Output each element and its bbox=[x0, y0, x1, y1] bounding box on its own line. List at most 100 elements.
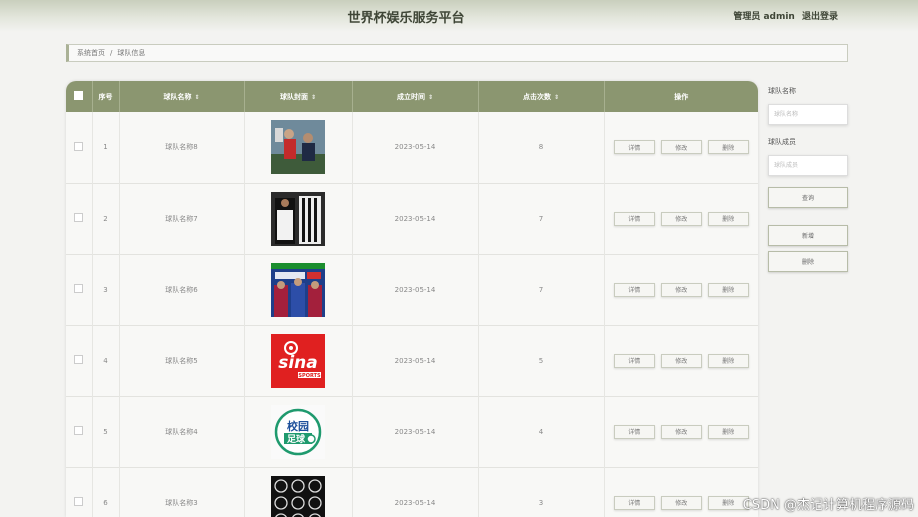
detail-button[interactable]: 详情 bbox=[613, 353, 655, 368]
row-actions: 详情 修改 删除 bbox=[604, 183, 758, 254]
edit-button[interactable]: 修改 bbox=[660, 211, 702, 226]
row-index: 1 bbox=[92, 112, 120, 183]
row-team-name: 球队名称3 bbox=[119, 467, 245, 517]
select-all-checkbox[interactable] bbox=[74, 91, 84, 100]
row-select-cell[interactable] bbox=[66, 183, 93, 254]
row-clicks: 7 bbox=[478, 254, 605, 325]
row-team-name: 球队名称7 bbox=[119, 183, 245, 254]
row-checkbox[interactable] bbox=[74, 426, 84, 435]
row-cover-cell bbox=[244, 254, 353, 325]
col-name[interactable]: 球队名称 ⇕ bbox=[119, 81, 245, 112]
row-checkbox[interactable] bbox=[74, 141, 84, 151]
row-cover-cell: 校园 足球 bbox=[244, 396, 353, 467]
row-actions: 详情 修改 删除 bbox=[604, 467, 758, 517]
site-title: 世界杯娱乐服务平台 bbox=[347, 11, 465, 26]
batch-delete-button[interactable]: 删除 bbox=[768, 251, 848, 272]
delete-button[interactable]: 删除 bbox=[707, 353, 749, 368]
team-cover-image bbox=[271, 262, 325, 317]
row-clicks: 3 bbox=[478, 467, 605, 517]
col-cover[interactable]: 球队封面 ⇕ bbox=[244, 81, 353, 112]
row-actions: 详情 修改 删除 bbox=[604, 254, 758, 325]
row-index: 5 bbox=[92, 396, 120, 467]
table-row: 3 球队名称6 2023-05-14 7 详情 修改 删除 bbox=[66, 254, 758, 325]
row-actions: 详情 修改 删除 bbox=[604, 112, 758, 183]
row-index: 2 bbox=[92, 183, 120, 254]
row-date: 2023-05-14 bbox=[352, 254, 479, 325]
logout-link[interactable]: 退出登录 bbox=[802, 12, 838, 22]
add-button[interactable]: 新增 bbox=[768, 225, 848, 246]
delete-button[interactable]: 删除 bbox=[707, 282, 749, 297]
delete-button[interactable]: 删除 bbox=[707, 140, 749, 155]
row-cover-cell bbox=[244, 467, 353, 517]
row-checkbox[interactable] bbox=[74, 355, 84, 364]
table-row: 5 球队名称4 校园 足球 2023-05-14 4 详情 修改 删除 bbox=[66, 396, 758, 467]
row-select-cell[interactable] bbox=[66, 254, 93, 325]
sort-icon[interactable]: ⇕ bbox=[554, 94, 559, 101]
detail-button[interactable]: 详情 bbox=[613, 282, 655, 297]
name-filter-label: 球队名称 bbox=[768, 87, 796, 95]
breadcrumb-home[interactable]: 系统首页 bbox=[77, 49, 105, 57]
row-clicks: 7 bbox=[478, 183, 605, 254]
detail-button[interactable]: 详情 bbox=[613, 495, 655, 510]
row-date: 2023-05-14 bbox=[352, 396, 479, 467]
row-index: 6 bbox=[92, 467, 120, 517]
detail-button[interactable]: 详情 bbox=[613, 211, 655, 226]
sort-icon[interactable]: ⇕ bbox=[428, 94, 433, 101]
col-cover-label: 球队封面 bbox=[279, 92, 308, 101]
table-row: 1 球队名称8 2023-05-14 8 详情 修改 删除 bbox=[66, 112, 758, 183]
row-checkbox[interactable] bbox=[74, 213, 84, 222]
edit-button[interactable]: 修改 bbox=[660, 495, 702, 510]
row-team-name: 球队名称6 bbox=[119, 254, 245, 325]
select-all-cell[interactable] bbox=[66, 81, 93, 112]
svg-text:sina: sina bbox=[278, 353, 318, 373]
col-clicks-label: 点击次数 bbox=[522, 92, 551, 101]
row-checkbox[interactable] bbox=[74, 497, 84, 506]
row-select-cell[interactable] bbox=[66, 396, 93, 467]
svg-text:校园: 校园 bbox=[287, 419, 309, 433]
col-clicks[interactable]: 点击次数 ⇕ bbox=[478, 81, 605, 112]
row-cover-cell bbox=[244, 183, 353, 254]
watermark: CSDN @杰记计算机程序源码 bbox=[742, 498, 914, 513]
row-cover-cell: sina SPORTS bbox=[244, 325, 353, 396]
delete-button[interactable]: 删除 bbox=[707, 424, 749, 439]
table-body: 1 球队名称8 2023-05-14 8 详情 修改 删除 2 球队名称7 2023-05-14 7… bbox=[66, 112, 758, 517]
delete-button[interactable]: 删除 bbox=[707, 211, 749, 226]
sort-icon[interactable]: ⇕ bbox=[194, 94, 199, 101]
row-date: 2023-05-14 bbox=[352, 112, 479, 183]
edit-button[interactable]: 修改 bbox=[660, 140, 702, 155]
row-index: 3 bbox=[92, 254, 120, 325]
search-button[interactable]: 查询 bbox=[768, 187, 848, 208]
search-panel: 球队名称 球队成员 查询 新增 删除 bbox=[768, 86, 848, 272]
col-date-label: 成立时间 bbox=[396, 92, 425, 101]
row-select-cell[interactable] bbox=[66, 467, 93, 517]
row-select-cell[interactable] bbox=[66, 325, 93, 396]
col-date[interactable]: 成立时间 ⇕ bbox=[352, 81, 479, 112]
detail-button[interactable]: 详情 bbox=[613, 140, 655, 155]
row-actions: 详情 修改 删除 bbox=[604, 396, 758, 467]
col-index: 序号 bbox=[92, 81, 120, 112]
team-table-container: 序号 球队名称 ⇕ 球队封面 ⇕ 成立时间 ⇕ 点击次数 ⇕ 操作 1 球队名称8 2023… bbox=[66, 81, 758, 517]
svg-text:足球: 足球 bbox=[287, 433, 306, 445]
row-date: 2023-05-14 bbox=[352, 467, 479, 517]
team-cover-image bbox=[271, 120, 325, 175]
sort-icon[interactable]: ⇕ bbox=[311, 94, 316, 101]
breadcrumb-separator: / bbox=[110, 49, 113, 57]
table-row: 4 球队名称5 sina SPORTS 2023-05-14 5 详情 修改 删除 bbox=[66, 325, 758, 396]
col-actions: 操作 bbox=[674, 92, 689, 101]
detail-button[interactable]: 详情 bbox=[613, 424, 655, 439]
row-team-name: 球队名称5 bbox=[119, 325, 245, 396]
row-checkbox[interactable] bbox=[74, 284, 84, 293]
team-table: 序号 球队名称 ⇕ 球队封面 ⇕ 成立时间 ⇕ 点击次数 ⇕ 操作 1 球队名称8 2023… bbox=[66, 81, 758, 517]
edit-button[interactable]: 修改 bbox=[660, 424, 702, 439]
row-team-name: 球队名称4 bbox=[119, 396, 245, 467]
edit-button[interactable]: 修改 bbox=[660, 282, 702, 297]
edit-button[interactable]: 修改 bbox=[660, 353, 702, 368]
table-header-row: 序号 球队名称 ⇕ 球队封面 ⇕ 成立时间 ⇕ 点击次数 ⇕ 操作 bbox=[66, 81, 758, 112]
user-area: 管理员 admin 退出登录 bbox=[729, 9, 838, 22]
name-filter-input[interactable] bbox=[768, 104, 848, 125]
row-select-cell[interactable] bbox=[66, 112, 93, 183]
member-filter-input[interactable] bbox=[768, 155, 848, 176]
row-team-name: 球队名称8 bbox=[119, 112, 245, 183]
table-row: 6 球队名称3 2023-05-14 3 详情 修改 删除 bbox=[66, 467, 758, 517]
breadcrumb-current: 球队信息 bbox=[117, 49, 146, 57]
